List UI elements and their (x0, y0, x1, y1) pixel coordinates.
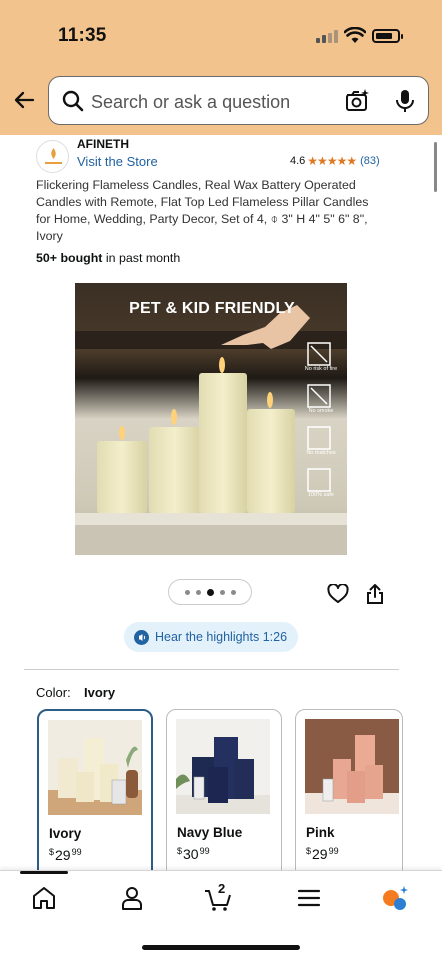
swatch-price: $2999 (49, 847, 82, 863)
home-icon[interactable] (29, 883, 59, 913)
back-arrow-icon[interactable] (12, 88, 36, 112)
share-icon[interactable] (366, 583, 384, 605)
product-image[interactable]: PET & KID FRIENDLY No risk of fire No sm… (75, 283, 347, 555)
rating[interactable]: 4.6 ★★★★★ (83) (290, 154, 380, 168)
swatch-pink[interactable]: Pink $2999 (295, 709, 403, 889)
account-icon[interactable] (117, 883, 147, 913)
battery-icon (372, 29, 403, 43)
visit-store-link[interactable]: Visit the Store (77, 154, 158, 169)
swatch-name: Navy Blue (177, 825, 243, 840)
swatch-navy-blue[interactable]: Navy Blue $3099 (166, 709, 282, 889)
swatch-price: $3099 (177, 846, 210, 862)
product-title: Flickering Flameless Candles, Real Wax B… (36, 178, 369, 243)
audio-icon (134, 629, 149, 645)
brand-name: AFINETH (77, 137, 129, 151)
image-carousel-dots[interactable] (168, 579, 252, 605)
brand-logo[interactable] (36, 140, 69, 173)
search-icon (62, 90, 84, 112)
header: 11:35 Search or ask a question (0, 0, 442, 135)
swatch-image (305, 719, 399, 814)
badge-no-smoke: No smoke (308, 408, 334, 414)
assistant-icon[interactable] (380, 883, 410, 913)
star-rating-icon: ★★★★★ (307, 154, 357, 168)
rating-value: 4.6 (290, 155, 306, 167)
rating-count[interactable]: (83) (360, 155, 380, 167)
swatch-image (176, 719, 270, 814)
badge-no-fire: No risk of fire (304, 366, 338, 372)
cart-count-badge: 2 (218, 881, 226, 896)
wifi-icon (344, 27, 366, 43)
divider (24, 669, 399, 670)
search-bar[interactable]: Search or ask a question (48, 76, 429, 125)
carousel-dot[interactable] (230, 589, 236, 595)
carousel-dot-active[interactable] (206, 588, 214, 596)
hear-highlights-button[interactable]: Hear the highlights 1:26 (124, 622, 298, 652)
carousel-dot[interactable] (195, 589, 201, 595)
badge-safe: 100% safe (308, 492, 334, 498)
hero-headline: PET & KID FRIENDLY (129, 300, 295, 317)
swatch-name: Pink (306, 825, 335, 840)
cellular-signal-icon (316, 30, 338, 43)
carousel-dot[interactable] (184, 589, 190, 595)
hear-highlights-label: Hear the highlights 1:26 (155, 630, 288, 644)
menu-icon[interactable] (294, 883, 324, 913)
home-indicator (142, 945, 300, 950)
swatch-image (48, 720, 142, 815)
heart-icon[interactable] (327, 584, 349, 604)
color-value: Ivory (84, 685, 116, 700)
status-time: 11:35 (58, 25, 107, 46)
scrollbar[interactable] (434, 142, 437, 192)
active-tab-indicator (20, 871, 68, 874)
search-input[interactable]: Search or ask a question (91, 92, 290, 113)
camera-search-icon[interactable] (344, 88, 370, 114)
bottom-nav: 2 (0, 870, 442, 960)
swatch-price: $2999 (306, 846, 339, 862)
badge-no-matches: No matches (306, 450, 336, 456)
bought-count: 50+ bought in past month (36, 251, 181, 265)
carousel-dot[interactable] (219, 589, 225, 595)
swatch-ivory[interactable]: Ivory $2999 (37, 709, 153, 889)
microphone-icon[interactable] (394, 88, 416, 114)
swatch-name: Ivory (49, 826, 82, 841)
color-label: Color: (36, 685, 71, 700)
